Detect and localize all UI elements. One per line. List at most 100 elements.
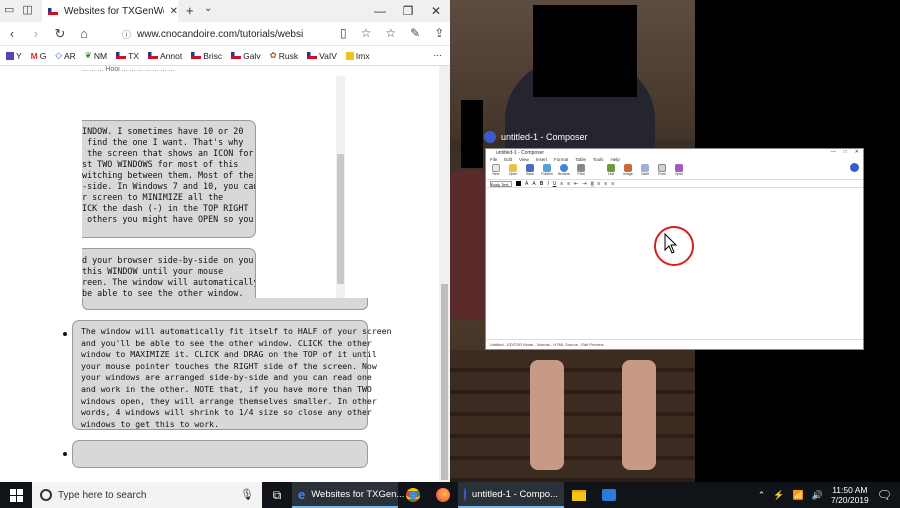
menu-edit[interactable]: Edit: [504, 157, 512, 162]
favorite-star-icon[interactable]: ☆: [361, 26, 372, 40]
forward-icon[interactable]: ›: [24, 26, 48, 41]
new-tab-button[interactable]: +: [186, 3, 194, 18]
favorites-hub-icon[interactable]: ☆: [385, 26, 396, 40]
tool-save-button[interactable]: Save: [524, 163, 536, 178]
favorite-item[interactable]: Galv: [231, 51, 261, 61]
wifi-icon[interactable]: 📶: [793, 490, 804, 501]
taskbar-app-button[interactable]: [594, 482, 624, 508]
tool-form-button[interactable]: Form: [656, 163, 668, 178]
tool-image-button[interactable]: Image: [622, 163, 634, 178]
favorite-item[interactable]: Brisc: [191, 51, 222, 61]
task-view-button[interactable]: ⧉: [262, 482, 292, 508]
bold-icon[interactable]: B: [540, 181, 544, 187]
page-scrollbar[interactable]: [439, 66, 450, 482]
tab-list-button[interactable]: ⌄: [204, 3, 212, 14]
align-right-icon[interactable]: ≡: [604, 181, 607, 187]
image-icon: [624, 163, 632, 172]
italic-icon[interactable]: I: [547, 181, 548, 187]
menu-view[interactable]: View: [519, 157, 529, 162]
pen-icon[interactable]: ✎: [410, 26, 420, 40]
tool-spell-button[interactable]: Spell: [673, 163, 685, 178]
info-icon[interactable]: ⓘ: [122, 28, 131, 41]
composer-toolbar: New Open Save Publish Browse Print Link …: [486, 162, 863, 180]
favorite-item[interactable]: ✿ Rusk: [270, 50, 299, 61]
taskbar-chrome-button[interactable]: [398, 482, 428, 508]
address-bar[interactable]: ⓘ www.cnocandoire.com/tutorials/websi: [118, 24, 334, 44]
refresh-icon[interactable]: ↻: [48, 26, 72, 42]
taskbar-explorer-button[interactable]: [564, 482, 594, 508]
outdent-icon[interactable]: ⇤: [574, 181, 578, 187]
page-scrollbar-thumb[interactable]: [441, 284, 448, 480]
tool-new-button[interactable]: New: [490, 163, 502, 178]
align-left-icon[interactable]: ≡: [590, 180, 594, 187]
smaller-font-icon[interactable]: A: [525, 181, 528, 187]
composer-close-button[interactable]: ✕: [855, 149, 859, 155]
favorite-label: AR: [63, 50, 76, 61]
menu-format[interactable]: Format: [554, 157, 568, 162]
home-icon[interactable]: ⌂: [72, 26, 96, 41]
show-hidden-icons-icon[interactable]: ⌃: [758, 490, 766, 501]
favorite-item[interactable]: Imx: [345, 51, 370, 61]
tab-preview-icon[interactable]: ▭: [4, 3, 14, 16]
taskbar-composer-button[interactable]: untitled-1 - Compo...: [458, 482, 564, 508]
justify-icon[interactable]: ≡: [611, 181, 614, 187]
menu-help[interactable]: Help: [611, 157, 620, 162]
taskbar-clock[interactable]: 11:50 AM 7/20/2019: [831, 485, 869, 505]
volume-icon[interactable]: 🔊: [812, 490, 823, 501]
tab-aside-icon[interactable]: ◫: [22, 3, 32, 16]
tool-print-button[interactable]: Print: [575, 163, 587, 178]
favorite-item[interactable]: MG: [31, 51, 47, 61]
composer-minimize-button[interactable]: —: [831, 149, 836, 155]
network-icon[interactable]: ⚡: [773, 490, 784, 501]
taskbar-firefox-button[interactable]: [428, 482, 458, 508]
favorite-item[interactable]: Y: [6, 51, 22, 61]
menu-insert[interactable]: Insert: [536, 157, 547, 162]
tool-open-button[interactable]: Open: [507, 163, 519, 178]
favorite-item[interactable]: Annot: [147, 51, 182, 61]
close-tab-icon[interactable]: ✕: [170, 6, 178, 17]
composer-maximize-button[interactable]: □: [844, 149, 847, 155]
menu-table[interactable]: Table: [575, 157, 586, 162]
back-icon[interactable]: ‹: [0, 26, 24, 41]
tool-browse-button[interactable]: Browse: [558, 163, 570, 178]
indent-icon[interactable]: ⇥: [582, 181, 586, 187]
texas-flag-icon: [231, 52, 242, 59]
favorite-item[interactable]: ◇ AR: [55, 50, 75, 61]
taskbar-search-box[interactable]: Type here to search 🎙: [32, 482, 262, 508]
tool-table-button[interactable]: Table: [639, 163, 651, 178]
underline-icon[interactable]: U: [553, 181, 557, 187]
start-button[interactable]: [0, 482, 32, 508]
share-icon[interactable]: ⇪: [434, 26, 444, 40]
reading-view-icon[interactable]: ▯: [340, 26, 347, 40]
embedded-scrollbar-thumb[interactable]: [337, 154, 344, 284]
browser-tab[interactable]: Websites for TXGenWeb ✕: [42, 0, 178, 22]
embedded-scrollbar[interactable]: [336, 76, 345, 298]
composer-title-bar[interactable]: untitled-1 - Composer: [484, 128, 684, 146]
microphone-icon[interactable]: 🎙: [240, 488, 254, 501]
text-color-icon[interactable]: [516, 181, 521, 186]
menu-tools[interactable]: Tools: [593, 157, 604, 162]
action-center-icon[interactable]: 🗨: [877, 488, 892, 502]
url-text[interactable]: www.cnocandoire.com/tutorials/websi: [137, 29, 303, 40]
favorites-overflow-icon[interactable]: ⋯: [434, 50, 443, 61]
publish-icon: [543, 163, 551, 172]
tool-publish-button[interactable]: Publish: [541, 163, 553, 178]
paragraph-style-select[interactable]: Body Text: [490, 180, 512, 187]
number-list-icon[interactable]: ≡: [567, 181, 570, 187]
menu-file[interactable]: File: [490, 157, 497, 162]
favorite-item[interactable]: TX: [116, 51, 139, 61]
taskbar-edge-button[interactable]: e Websites for TXGen...: [292, 482, 404, 508]
favorite-item[interactable]: VaIV: [307, 51, 337, 61]
texas-flag-icon: [191, 52, 202, 59]
larger-font-icon[interactable]: A: [532, 181, 535, 187]
minimize-button[interactable]: —: [366, 0, 394, 22]
favorite-label: G: [39, 50, 47, 61]
maximize-button[interactable]: ❐: [394, 0, 422, 22]
align-center-icon[interactable]: ≡: [598, 181, 601, 187]
close-button[interactable]: ✕: [422, 0, 450, 22]
window-controls: — ❐ ✕: [366, 0, 450, 22]
tool-link-button[interactable]: Link: [605, 163, 617, 178]
favorite-item[interactable]: ❦ NM: [85, 50, 107, 61]
bullet-list-icon[interactable]: ≡: [560, 181, 563, 187]
ancestry-icon: ❦: [84, 50, 92, 60]
